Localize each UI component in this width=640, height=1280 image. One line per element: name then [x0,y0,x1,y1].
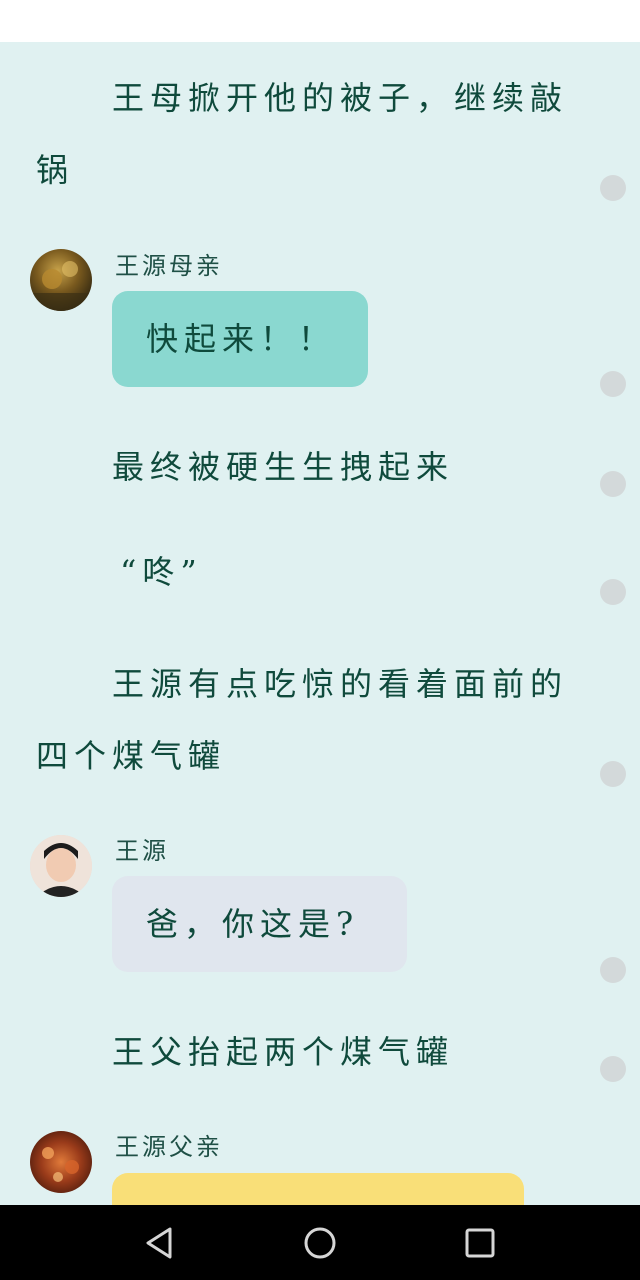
comment-dot[interactable] [600,1056,626,1082]
narration-paragraph: 王父抬起两个煤气罐 [112,1033,455,1071]
home-circle-icon[interactable] [300,1223,340,1263]
avatar-father-image [42,1147,79,1182]
recents-square-icon[interactable] [460,1223,500,1263]
comment-dot[interactable] [600,579,626,605]
speaker-name-father: 王源父亲 [115,1133,223,1161]
comment-dot[interactable] [600,957,626,983]
comment-dot[interactable] [600,175,626,201]
dialogue-bubble-wangyuan: 爸，你这是? [112,876,407,972]
dialogue-bubble-father [112,1173,524,1205]
avatar-mother-image [30,261,92,311]
narration-paragraph: 最终被硬生生拽起来 [112,448,455,486]
comment-dot[interactable] [600,761,626,787]
narration-paragraph: 王母掀开他的被子，继续敲锅 [36,79,569,189]
status-bar [0,0,640,42]
back-triangle-icon[interactable] [140,1223,180,1263]
narration-paragraph: 王源有点吃惊的看着面前的四个煤气罐 [36,665,569,775]
avatar-mother[interactable] [30,249,92,311]
speaker-name-wangyuan: 王源 [115,837,169,865]
avatar-wangyuan[interactable] [30,835,92,897]
speaker-name-mother: 王源母亲 [115,252,223,280]
narration-paragraph: “咚” [120,553,203,591]
comment-dot[interactable] [600,471,626,497]
dialogue-bubble-mother: 快起来！！ [112,291,368,387]
avatar-father[interactable] [30,1131,92,1193]
navigation-bar [0,1205,640,1280]
comment-dot[interactable] [600,371,626,397]
avatar-wangyuan-image [30,835,92,897]
story-content[interactable]: 王母掀开他的被子，继续敲锅 王源母亲 快起来！！ 最终被硬生生拽起来 “咚” 王… [0,42,640,1205]
